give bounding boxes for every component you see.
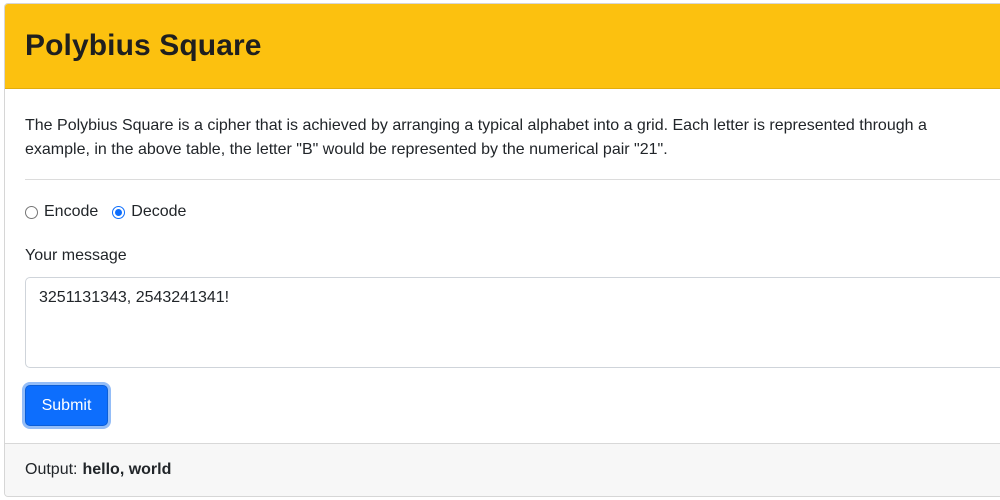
decode-radio[interactable] (112, 205, 126, 219)
intro-line-1: The Polybius Square is a cipher that is … (25, 117, 927, 134)
submit-button[interactable]: Submit (25, 385, 108, 426)
encode-radio[interactable] (25, 205, 38, 219)
message-label: Your message (25, 247, 127, 264)
mode-radio-group: Encode Decode (25, 200, 993, 224)
encode-option[interactable]: Encode (25, 203, 98, 221)
polybius-card: Polybius Square The Polybius Square is a… (4, 3, 1000, 497)
output-value: hello, world (82, 461, 172, 478)
encode-label: Encode (44, 203, 99, 220)
decode-label: Decode (131, 203, 187, 220)
divider (25, 179, 1000, 180)
card-body: The Polybius Square is a cipher that is … (5, 89, 1000, 426)
card-header: Polybius Square (5, 4, 1000, 89)
decode-option[interactable]: Decode (112, 203, 186, 221)
intro-line-2: example, in the above table, the letter … (25, 141, 668, 158)
output-label: Output: (25, 461, 78, 478)
message-textarea[interactable]: 3251131343, 2543241341! (25, 277, 1000, 368)
page-title: Polybius Square (25, 29, 262, 62)
output-footer: Output: hello, world (5, 443, 1000, 496)
